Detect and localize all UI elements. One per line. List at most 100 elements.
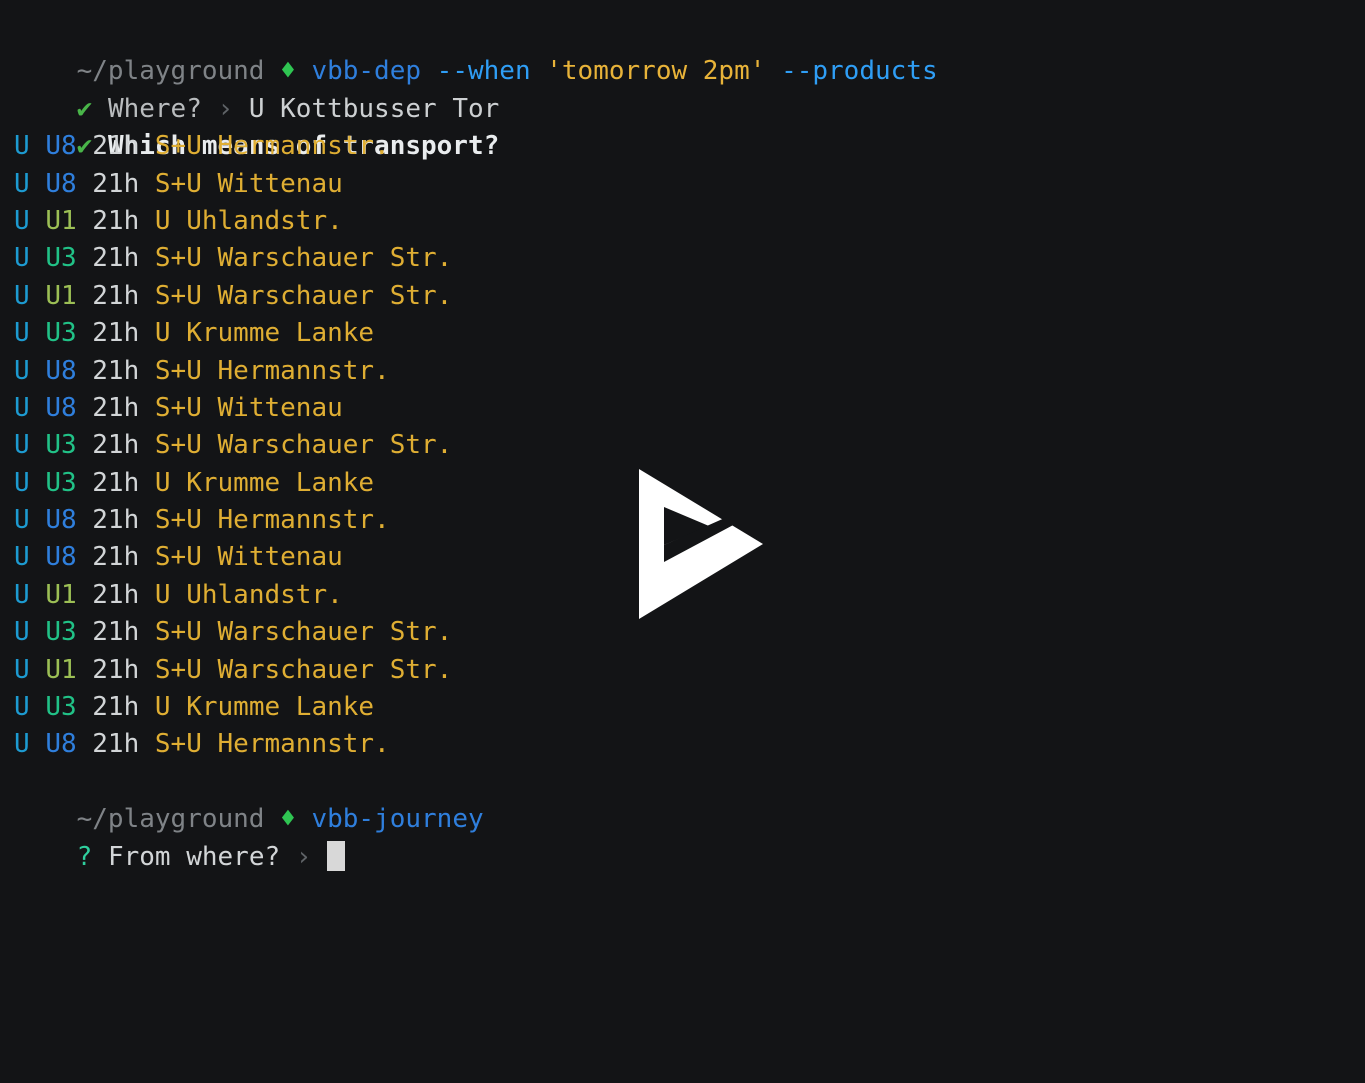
departure-row: U U3 21h S+U Warschauer Str. [14, 240, 1365, 277]
departure-destination: S+U Wittenau [154, 542, 343, 573]
departure-mode-icon: U [14, 467, 30, 498]
flag-when: --when [436, 56, 531, 87]
departure-row: U U1 21h S+U Warschauer Str. [14, 652, 1365, 689]
departure-line-badge: U1 [45, 654, 77, 685]
departure-line-badge: U1 [45, 205, 77, 236]
departure-row: U U8 21h S+U Hermannstr. [14, 726, 1365, 763]
departure-time: 21h [92, 131, 140, 162]
departure-destination: S+U Warschauer Str. [154, 654, 453, 685]
departure-row: U U8 21h S+U Hermannstr. [14, 128, 1365, 165]
departure-time: 21h [92, 542, 140, 573]
departure-mode-icon: U [14, 131, 30, 162]
departure-row: U U1 21h U Uhlandstr. [14, 203, 1365, 240]
departure-mode-icon: U [14, 392, 30, 423]
departure-row: U U3 21h U Krumme Lanke [14, 689, 1365, 726]
departure-destination: S+U Wittenau [154, 392, 343, 423]
departure-time: 21h [92, 467, 140, 498]
question-label: Where? [107, 93, 202, 124]
departure-mode-icon: U [14, 542, 30, 573]
prompt-path: ~/playground [76, 56, 265, 87]
departure-mode-icon: U [14, 505, 30, 536]
departure-mode-icon: U [14, 729, 30, 760]
departure-mode-icon: U [14, 243, 30, 274]
departure-line-badge: U1 [45, 579, 77, 610]
prompt-path: ~/playground [76, 804, 265, 835]
departure-mode-icon: U [14, 430, 30, 461]
departure-row: U U8 21h S+U Hermannstr. [14, 353, 1365, 390]
prompt-diamond-icon: ♦ [280, 804, 296, 835]
departure-mode-icon: U [14, 318, 30, 349]
departure-row: U U8 21h S+U Hermannstr. [14, 502, 1365, 539]
command-name: vbb-journey [311, 804, 484, 835]
departure-time: 21h [92, 280, 140, 311]
departure-destination: U Uhlandstr. [154, 579, 343, 610]
departure-destination: U Krumme Lanke [154, 467, 375, 498]
departure-row: U U1 21h U Uhlandstr. [14, 577, 1365, 614]
departure-line-badge: U3 [45, 430, 77, 461]
departure-time: 21h [92, 430, 140, 461]
departure-time: 21h [92, 205, 140, 236]
departure-line-badge: U8 [45, 392, 77, 423]
departure-line-badge: U3 [45, 617, 77, 648]
chevron-right-icon: › [217, 93, 234, 124]
departure-line-badge: U8 [45, 505, 77, 536]
prompt-line-1: ~/playground ♦ vbb-dep --when 'tomorrow … [14, 16, 1365, 86]
departure-line-badge: U8 [45, 168, 77, 199]
departure-time: 21h [92, 692, 140, 723]
departure-mode-icon: U [14, 168, 30, 199]
terminal-window: ~/playground ♦ vbb-dep --when 'tomorrow … [0, 0, 1365, 1083]
departure-line-badge: U8 [45, 131, 77, 162]
departure-destination: S+U Warschauer Str. [154, 243, 453, 274]
prompt-line-2: ~/playground ♦ vbb-journey [14, 764, 1365, 834]
check-icon: ✔ [76, 93, 93, 124]
departure-time: 21h [92, 392, 140, 423]
departure-time: 21h [92, 654, 140, 685]
departure-row: U U8 21h S+U Wittenau [14, 390, 1365, 427]
departure-time: 21h [92, 505, 140, 536]
departure-destination: S+U Hermannstr. [154, 505, 390, 536]
prompt-diamond-icon: ♦ [280, 56, 296, 87]
command-name: vbb-dep [311, 56, 422, 87]
departure-row: U U3 21h U Krumme Lanke [14, 465, 1365, 502]
chevron-right-icon: › [295, 841, 312, 872]
flag-products: --products [781, 56, 938, 87]
text-cursor [327, 840, 346, 871]
departure-row: U U8 21h S+U Wittenau [14, 539, 1365, 576]
departure-time: 21h [92, 729, 140, 760]
departure-time: 21h [92, 617, 140, 648]
departure-row: U U1 21h S+U Warschauer Str. [14, 278, 1365, 315]
departure-mode-icon: U [14, 654, 30, 685]
